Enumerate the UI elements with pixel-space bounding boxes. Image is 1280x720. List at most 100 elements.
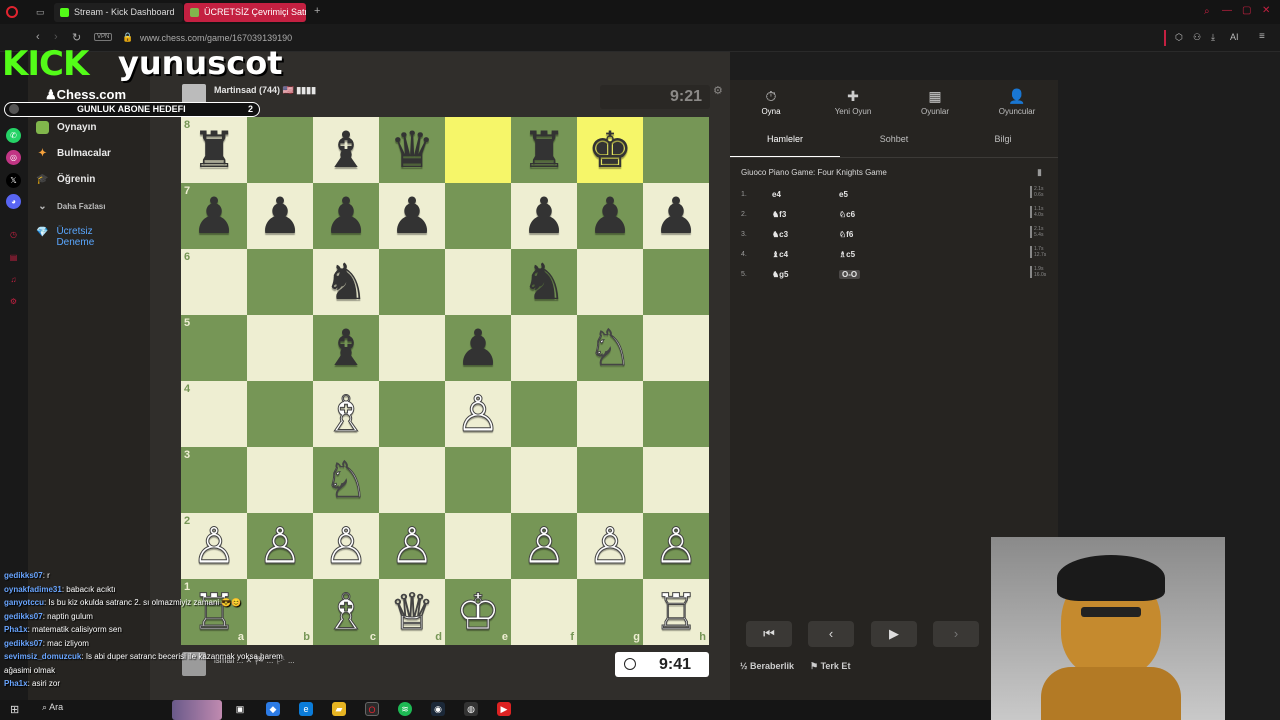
square-g4[interactable] — [577, 381, 643, 447]
piece-c2[interactable]: ♙ — [323, 521, 369, 572]
square-c2[interactable]: ♙ — [313, 513, 379, 579]
tab-new-game[interactable]: ✚ Yeni Oyun — [813, 88, 893, 116]
chess-board[interactable]: ♜ 8 ♝ ♛ ♜ ♚ ♟ 7 ♟ ♟ ♟ ♟ ♟ ♟ 6 ♞ ♞ 5 ♝ ♟ ♘ 4 ♗ ♙ 3 ♘ ♙ 2 ♙ ♙ ♙ ♙ ♙ ♙ ♖ 1 a b ♗ c… — [181, 117, 709, 645]
piece-h2[interactable]: ♙ — [653, 521, 699, 572]
chess-com-logo[interactable]: ♟Chess.com — [45, 87, 126, 103]
extensions-icon[interactable]: ⬡ — [1175, 32, 1183, 43]
square-f4[interactable] — [511, 381, 577, 447]
square-a1[interactable]: ♖ 1 a — [181, 579, 247, 645]
square-a5[interactable]: 5 — [181, 315, 247, 381]
gear-icon[interactable]: ⚙ — [713, 84, 723, 97]
sidebar-item-puzzles[interactable]: ✦ Bulmacalar — [36, 147, 111, 160]
taskbar-widget-image[interactable] — [172, 700, 222, 720]
square-a6[interactable]: 6 — [181, 249, 247, 315]
square-b7[interactable]: ♟ — [247, 183, 313, 249]
piece-h1[interactable]: ♖ — [653, 587, 699, 638]
menu-icon[interactable]: ≡ — [1259, 31, 1265, 42]
subtab-info[interactable]: Bilgi — [948, 134, 1058, 144]
square-h8[interactable] — [643, 117, 709, 183]
piece-d8[interactable]: ♛ — [390, 125, 435, 175]
square-f3[interactable] — [511, 447, 577, 513]
piece-c1[interactable]: ♗ — [323, 587, 369, 638]
square-e7[interactable] — [445, 183, 511, 249]
aria-ai-button[interactable]: AI — [1230, 32, 1239, 42]
subtab-chat[interactable]: Sohbet — [839, 134, 949, 144]
back-icon[interactable]: ‹ — [36, 31, 40, 43]
piece-a2[interactable]: ♙ — [191, 521, 237, 572]
square-g2[interactable]: ♙ — [577, 513, 643, 579]
edge-icon[interactable]: e — [299, 702, 313, 716]
square-e8[interactable] — [445, 117, 511, 183]
resign-button[interactable]: ⚑ Terk Et — [810, 661, 850, 672]
discord-icon[interactable]: ◕ — [6, 194, 21, 209]
sidebar-item-play[interactable]: Oynayın — [36, 121, 96, 134]
black-move[interactable]: ♘f6 — [839, 230, 853, 239]
sidebar-item-free-trial[interactable]: 💎 Ücretsiz Deneme — [36, 226, 112, 248]
piece-g7[interactable]: ♟ — [588, 191, 633, 241]
square-c6[interactable]: ♞ — [313, 249, 379, 315]
white-move[interactable]: ♝c4 — [772, 250, 788, 259]
forward-icon[interactable]: › — [54, 31, 58, 43]
piece-g2[interactable]: ♙ — [587, 521, 633, 572]
url-input[interactable]: www.chess.com/game/167039139190 — [140, 33, 292, 43]
square-h2[interactable]: ♙ — [643, 513, 709, 579]
next-move-button[interactable]: ▶ — [871, 621, 917, 647]
square-c4[interactable]: ♗ — [313, 381, 379, 447]
app-icon[interactable]: ◆ — [266, 702, 280, 716]
square-e4[interactable]: ♙ — [445, 381, 511, 447]
piece-b2[interactable]: ♙ — [257, 521, 303, 572]
piece-e4[interactable]: ♙ — [455, 389, 501, 440]
file-explorer-icon[interactable]: ▰ — [332, 702, 346, 716]
square-h4[interactable] — [643, 381, 709, 447]
task-view-icon[interactable]: ▣ — [233, 702, 247, 716]
settings-icon[interactable]: ⚙ — [6, 294, 21, 309]
square-f6[interactable]: ♞ — [511, 249, 577, 315]
tab-players[interactable]: 👤 Oyuncular — [977, 88, 1057, 116]
piece-c7[interactable]: ♟ — [324, 191, 369, 241]
square-d2[interactable]: ♙ — [379, 513, 445, 579]
square-c3[interactable]: ♘ — [313, 447, 379, 513]
piece-c4[interactable]: ♗ — [323, 389, 369, 440]
draw-button[interactable]: ½ Beraberlik — [740, 661, 794, 671]
square-b2[interactable]: ♙ — [247, 513, 313, 579]
piece-e5[interactable]: ♟ — [456, 323, 501, 373]
square-c5[interactable]: ♝ — [313, 315, 379, 381]
piece-d2[interactable]: ♙ — [389, 521, 435, 572]
piece-f8[interactable]: ♜ — [522, 125, 567, 175]
previous-move-button[interactable]: ‹ — [808, 621, 854, 647]
tab-chess[interactable]: ÜCRETSİZ Çevrimiçi Satra — [184, 3, 306, 22]
opera-taskbar-icon[interactable]: O — [365, 702, 379, 716]
square-e3[interactable] — [445, 447, 511, 513]
square-f8[interactable]: ♜ — [511, 117, 577, 183]
piece-c5[interactable]: ♝ — [324, 323, 369, 373]
pinboard-icon[interactable]: ▤ — [6, 250, 21, 265]
piece-a8[interactable]: ♜ — [192, 125, 237, 175]
square-a4[interactable]: 4 — [181, 381, 247, 447]
obs-icon[interactable]: ◍ — [464, 702, 478, 716]
square-b4[interactable] — [247, 381, 313, 447]
piece-a7[interactable]: ♟ — [192, 191, 237, 241]
sidebar-item-more[interactable]: ⌄ Daha Fazlası — [36, 200, 105, 213]
download-icon[interactable]: ⤓ — [1211, 32, 1215, 43]
square-c8[interactable]: ♝ — [313, 117, 379, 183]
piece-f6[interactable]: ♞ — [522, 257, 567, 307]
opponent-name[interactable]: Martinsad (744) 🇺🇸 ▮▮▮▮ — [214, 85, 316, 96]
square-c7[interactable]: ♟ — [313, 183, 379, 249]
black-move[interactable]: ♗c5 — [839, 250, 855, 259]
square-b3[interactable] — [247, 447, 313, 513]
tab-games[interactable]: ▦ Oyunlar — [895, 88, 975, 116]
piece-d1[interactable]: ♕ — [389, 587, 435, 638]
square-e5[interactable]: ♟ — [445, 315, 511, 381]
piece-g5[interactable]: ♘ — [587, 323, 633, 374]
square-a3[interactable]: 3 — [181, 447, 247, 513]
square-a7[interactable]: ♟ 7 — [181, 183, 247, 249]
square-h1[interactable]: ♖ h — [643, 579, 709, 645]
new-tab-button[interactable]: + — [314, 5, 320, 17]
recorder-icon[interactable]: ▶ — [497, 702, 511, 716]
square-e2[interactable] — [445, 513, 511, 579]
first-move-button[interactable]: ⏮ — [746, 621, 792, 647]
square-g8[interactable]: ♚ — [577, 117, 643, 183]
square-c1[interactable]: ♗ c — [313, 579, 379, 645]
square-a8[interactable]: ♜ 8 — [181, 117, 247, 183]
square-d1[interactable]: ♕ d — [379, 579, 445, 645]
